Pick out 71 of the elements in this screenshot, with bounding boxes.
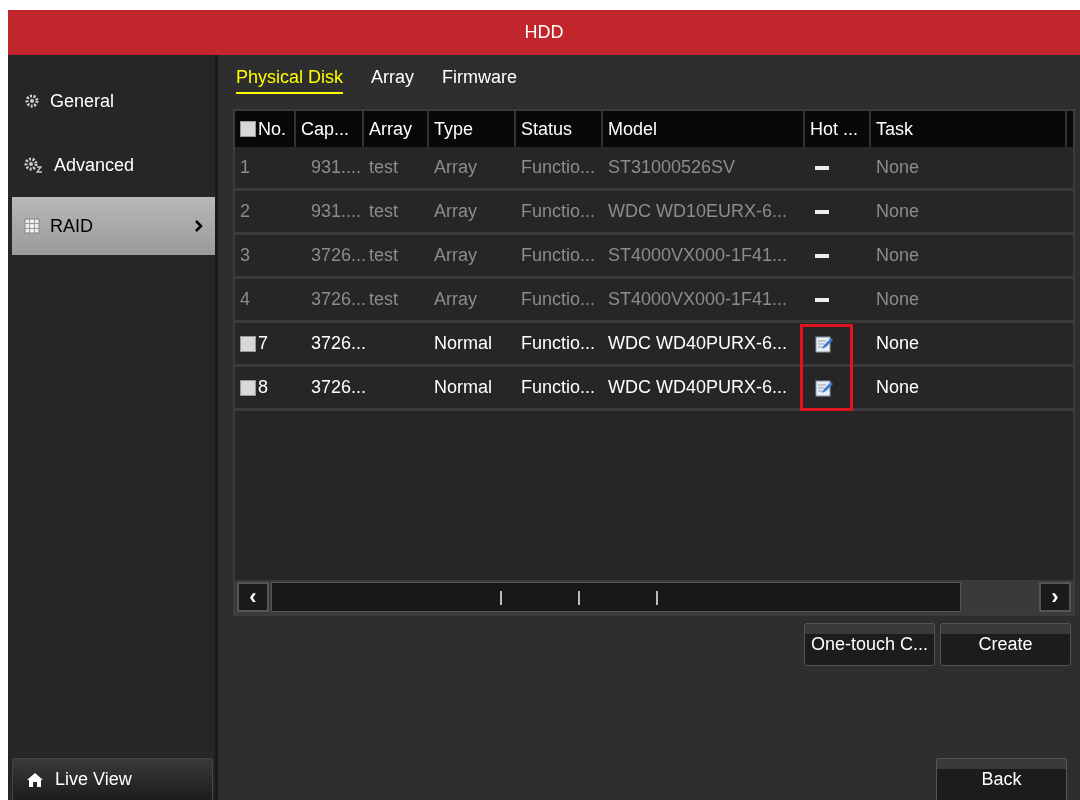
table-cell-text: WDC WD40PURX-6... (607, 376, 788, 399)
column-header: Array (364, 111, 429, 147)
table-cell-text: 3726... (310, 288, 364, 311)
table-cell-text: 931.... (310, 200, 363, 223)
column-header: Status (516, 111, 603, 147)
table-cell: 7 (235, 323, 296, 364)
checkbox[interactable] (240, 335, 256, 352)
action-button[interactable]: One-touch C... (804, 623, 935, 666)
table-cell-text: WDC WD40PURX-6... (607, 332, 788, 355)
table-cell-text: None (875, 376, 921, 399)
table-cell-text: test (368, 200, 399, 223)
edit-icon[interactable] (815, 334, 833, 353)
table-cell-text: None (875, 332, 921, 355)
column-header: Model (603, 111, 805, 147)
table-cell-text: Functio... (520, 244, 597, 267)
table-cell-text: 3 (239, 244, 251, 267)
table-cell-text: ST4000VX000-1F41... (607, 288, 789, 311)
table-cell: 8 (235, 367, 296, 408)
back-button[interactable]: Back (936, 758, 1067, 800)
table-cell-text: test (368, 288, 399, 311)
table-cell-text: test (368, 244, 399, 267)
table-cell-text: test (368, 156, 399, 179)
checkbox[interactable] (240, 121, 256, 137)
table-cell-text: 1 (239, 156, 251, 179)
checkbox[interactable] (240, 379, 256, 396)
column-header: Hot ... (805, 111, 871, 147)
action-button[interactable]: Create (940, 623, 1071, 666)
table-cell-text: Functio... (520, 376, 597, 399)
table-cell-text: ST4000VX000-1F41... (607, 244, 789, 267)
table-cell-text: Functio... (520, 200, 597, 223)
table-cell-text: 931.... (310, 156, 363, 179)
tab[interactable]: Physical Disk (236, 62, 344, 94)
table-cell-text: Functio... (520, 156, 597, 179)
tab[interactable]: Firmware (442, 62, 518, 94)
table-cell-text: 3726... (310, 332, 364, 355)
table-cell-text: Array (433, 244, 478, 267)
table-cell-text: Functio... (520, 288, 597, 311)
table-cell-text: 2 (239, 200, 251, 223)
table-cell-text: 4 (239, 288, 251, 311)
sidebar-item[interactable]: RAID (12, 197, 215, 255)
sidebar-item[interactable]: General (8, 69, 215, 133)
table-cell-text: None (875, 288, 921, 311)
gear-icon (24, 93, 40, 109)
column-header: Type (429, 111, 516, 147)
table-cell-text: Normal (433, 332, 493, 355)
grid-icon (24, 218, 40, 234)
table-cell-text: Array (433, 200, 478, 223)
table-cell-text: None (875, 244, 921, 267)
table-cell-text: None (875, 200, 921, 223)
scroll-right-button[interactable]: › (1039, 582, 1071, 612)
table-cell-text: Functio... (520, 332, 597, 355)
home-icon (27, 772, 43, 787)
table-cell-text: Normal (433, 376, 493, 399)
live-view-button[interactable]: Live View (12, 758, 213, 800)
window-title: HDD (8, 10, 1080, 55)
tab[interactable]: Array (371, 62, 415, 94)
gear-icon (24, 157, 44, 173)
table-cell-text: 3726... (310, 376, 364, 399)
table-cell-text: WDC WD10EURX-6... (607, 200, 788, 223)
sidebar-item[interactable]: Advanced (8, 133, 215, 197)
table-cell-text: ST31000526SV (607, 156, 737, 179)
table-cell-text: Array (433, 288, 478, 311)
table-cell-text: 3726... (310, 244, 364, 267)
chevron-icon (195, 220, 203, 232)
column-header: Task (871, 111, 1067, 147)
column-header: Cap... (296, 111, 364, 147)
table-cell-text: Array (433, 156, 478, 179)
table-cell-text: None (875, 156, 921, 179)
column-header[interactable]: No. (235, 111, 296, 147)
scroll-left-button[interactable]: ‹ (237, 582, 269, 612)
edit-icon[interactable] (815, 378, 833, 397)
